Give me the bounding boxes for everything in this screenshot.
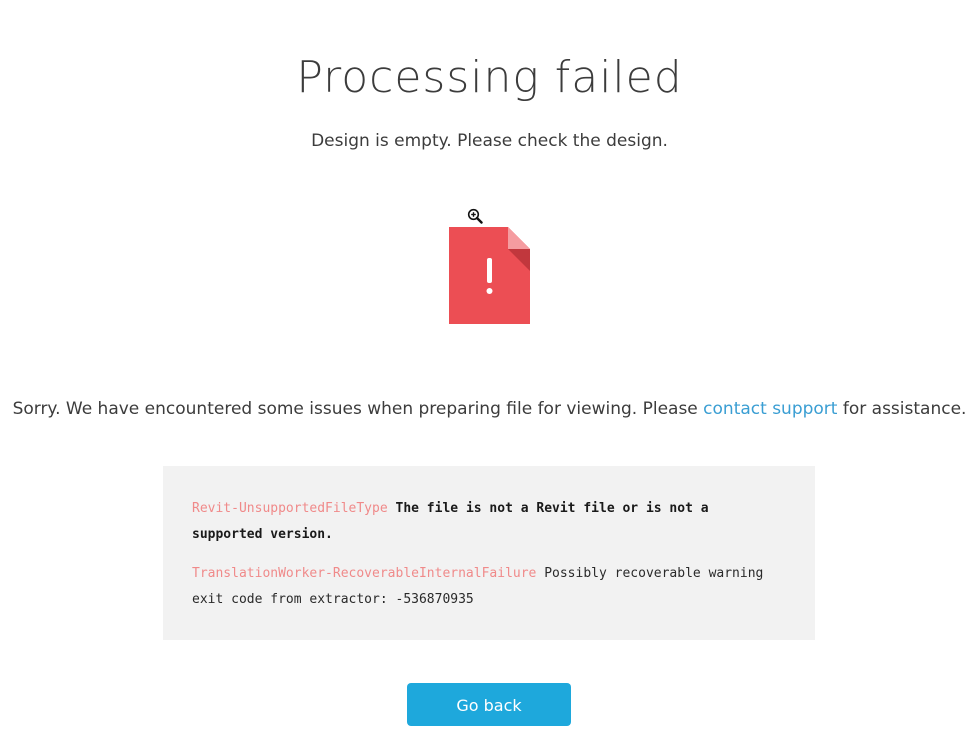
zoom-in-icon[interactable] xyxy=(467,208,483,224)
explanation-prefix: Sorry. We have encountered some issues w… xyxy=(12,399,704,419)
error-details-box: Revit-UnsupportedFileType The file is no… xyxy=(163,466,815,640)
file-error-icon xyxy=(449,227,530,324)
page-subtitle: Design is empty. Please check the design… xyxy=(311,131,668,151)
error-entry: Revit-UnsupportedFileType The file is no… xyxy=(192,496,786,548)
error-entry: TranslationWorker-RecoverableInternalFai… xyxy=(192,561,786,613)
processing-failed-page: Processing failed Design is empty. Pleas… xyxy=(0,0,979,756)
page-title: Processing failed xyxy=(296,52,683,103)
contact-support-link[interactable]: contact support xyxy=(703,399,837,419)
explanation-suffix: for assistance. xyxy=(837,399,967,419)
error-code: Revit-UnsupportedFileType xyxy=(192,501,388,516)
error-code: TranslationWorker-RecoverableInternalFai… xyxy=(192,566,537,581)
error-explanation: Sorry. We have encountered some issues w… xyxy=(0,397,979,421)
go-back-button[interactable]: Go back xyxy=(407,683,571,726)
